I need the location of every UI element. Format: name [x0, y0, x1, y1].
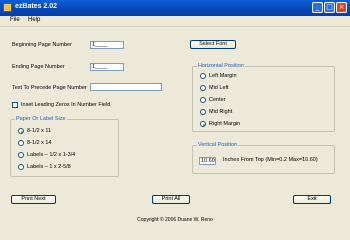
- ending-page-label: Ending Page Number: [12, 64, 65, 70]
- paper-size-group: Paper Or Label Size 8-1/2 x 11 8-1/2 x 1…: [10, 116, 119, 177]
- paper-option-label: 8-1/2 x 11: [27, 128, 52, 134]
- horizontal-option-label: Mid Right: [209, 109, 233, 115]
- paper-option-label: Labels – 1/2 x 1-3/4: [27, 152, 76, 158]
- copyright-text: Copyright © 2006 Duane W. Reno: [137, 217, 213, 223]
- radio-unselected[interactable]: [200, 97, 206, 103]
- precede-text-input[interactable]: [90, 83, 162, 91]
- minimize-button[interactable]: _: [312, 2, 323, 13]
- print-next-button[interactable]: Print Next: [11, 195, 56, 204]
- horizontal-position-title: Horizontal Position: [197, 63, 245, 69]
- window-title: ezBates 2.02: [15, 3, 58, 10]
- close-button[interactable]: ×: [336, 2, 347, 13]
- vertical-position-caption: Inches From Top (Min=0.2 Max=10.60): [223, 157, 318, 163]
- radio-unselected[interactable]: [200, 109, 206, 115]
- horizontal-option-label: Left Margin: [209, 73, 237, 79]
- app-icon: [3, 3, 12, 12]
- radio-unselected[interactable]: [18, 140, 24, 146]
- beginning-page-label: Beginning Page Number: [12, 42, 72, 48]
- vertical-position-group: Vertical Position 10.60 Inches From Top …: [192, 142, 335, 174]
- radio-unselected[interactable]: [18, 152, 24, 158]
- menu-bar: File Help: [0, 16, 350, 27]
- close-icon: ×: [338, 3, 345, 11]
- menu-help[interactable]: Help: [28, 17, 40, 23]
- vertical-position-title: Vertical Position: [197, 142, 239, 148]
- radio-unselected[interactable]: [18, 164, 24, 170]
- title-bar: ezBates 2.02 _ □ ×: [0, 0, 350, 16]
- print-all-button[interactable]: Print All: [152, 195, 190, 204]
- horizontal-position-group: Horizontal Position Left Margin Mid Left…: [192, 63, 335, 132]
- paper-size-title: Paper Or Label Size: [15, 116, 67, 122]
- select-font-button[interactable]: Select Font: [190, 40, 236, 49]
- radio-selected[interactable]: [200, 121, 206, 127]
- horizontal-option-label: Mid Left: [209, 85, 229, 91]
- radio-unselected[interactable]: [200, 85, 206, 91]
- beginning-page-input[interactable]: 1____: [90, 41, 124, 49]
- precede-text-label: Text To Precede Page Number: [12, 85, 87, 91]
- menu-file[interactable]: File: [10, 17, 20, 23]
- ending-page-input[interactable]: 1____: [90, 63, 124, 71]
- horizontal-option-label: Right Margin: [209, 121, 241, 127]
- paper-option-label: 8-1/2 x 14: [27, 140, 52, 146]
- paper-option-label: Labels – 1 x 2-5/8: [27, 164, 71, 170]
- maximize-icon: □: [326, 3, 333, 11]
- leading-zeros-checkbox[interactable]: [12, 102, 18, 108]
- radio-unselected[interactable]: [200, 73, 206, 79]
- minimize-icon: _: [315, 3, 320, 11]
- horizontal-option-label: Center: [209, 97, 226, 103]
- vertical-position-input[interactable]: 10.60: [199, 157, 216, 165]
- radio-selected[interactable]: [18, 128, 24, 134]
- maximize-button[interactable]: □: [324, 2, 335, 13]
- leading-zeros-label: Inset Leading Zeros In Number Field: [21, 102, 111, 108]
- exit-button[interactable]: Exit: [293, 195, 331, 204]
